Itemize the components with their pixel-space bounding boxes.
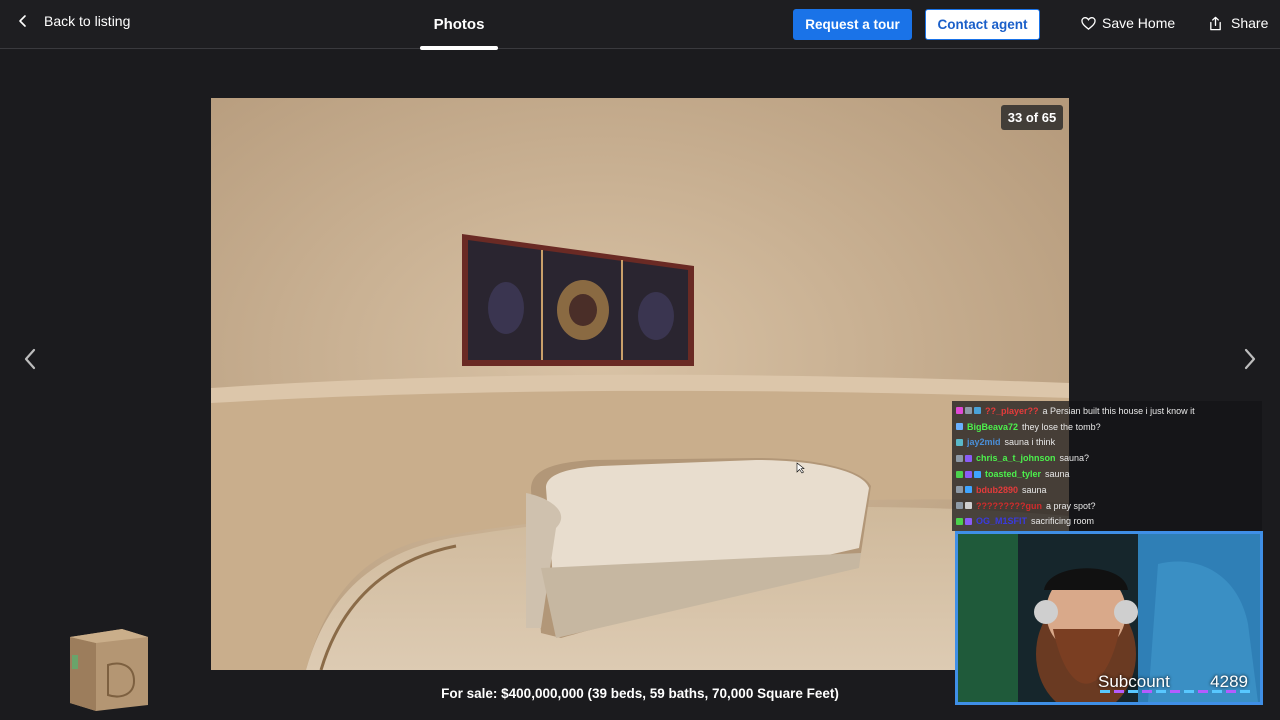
badge-icon: [965, 454, 972, 462]
back-label: Back to listing: [44, 13, 131, 29]
chat-message: ?????????gun a pray spot?: [956, 498, 1258, 514]
chat-message: jay2mid sauna i think: [956, 435, 1258, 451]
chat-text: they lose the tomb?: [1022, 421, 1101, 432]
badge-icon: [956, 470, 963, 478]
chevron-left-icon: [19, 15, 26, 27]
chat-text: sauna i think: [1004, 437, 1056, 448]
chat-username: chris_a_t_johnson: [976, 453, 1056, 464]
badge-icon: [956, 438, 963, 446]
chat-username: bdub2890: [976, 484, 1019, 495]
chat-text: sauna: [1022, 484, 1047, 495]
share-icon: [1210, 16, 1221, 30]
chat-text: sauna: [1045, 469, 1070, 480]
chat-message: OG_M1SFIT sacrificing room: [956, 514, 1258, 530]
mouse-cursor-icon: [796, 462, 805, 474]
chat-username: toasted_tyler: [985, 469, 1042, 480]
active-tab-indicator: [420, 46, 498, 50]
subcount-label: Subcount: [1098, 672, 1170, 691]
contact-agent-button[interactable]: Contact agent: [925, 9, 1040, 40]
badge-icon: [965, 407, 972, 415]
chat-text: a Persian built this house i just know i…: [1042, 405, 1195, 416]
subcount-progress-bar: [1100, 690, 1250, 693]
tab-photos-label: Photos: [433, 16, 485, 33]
chat-text: sacrificing room: [1031, 516, 1095, 527]
sauna-room-image: [211, 98, 1069, 670]
back-to-listing-link[interactable]: Back to listing: [16, 13, 130, 29]
chat-username: jay2mid: [967, 437, 1001, 448]
stream-chat: ??_player?? a Persian built this house i…: [952, 401, 1262, 531]
save-home-button[interactable]: Save Home: [1081, 15, 1175, 31]
chat-text: sauna?: [1059, 453, 1090, 464]
chat-message: bdub2890 sauna: [956, 482, 1258, 498]
badge-icon: [965, 502, 972, 510]
badge-icon: [956, 454, 963, 462]
next-photo-button[interactable]: [1236, 345, 1262, 373]
chevron-right-icon: [1244, 348, 1256, 370]
previous-photo-button[interactable]: [18, 345, 44, 373]
box-icon: [64, 625, 152, 713]
badge-icon: [956, 486, 963, 494]
chat-username: OG_M1SFIT: [976, 516, 1028, 527]
chat-username: ??_player??: [985, 405, 1039, 416]
listing-photo[interactable]: [211, 98, 1069, 670]
share-label: Share: [1231, 15, 1269, 31]
chat-message: toasted_tyler sauna: [956, 466, 1258, 482]
badge-icon: [974, 470, 981, 478]
badge-icon: [956, 517, 963, 525]
heart-icon: [1081, 16, 1096, 30]
share-button[interactable]: Share: [1208, 15, 1268, 31]
chat-message: BigBeava72 they lose the tomb?: [956, 419, 1258, 435]
chat-message: ??_player?? a Persian built this house i…: [956, 403, 1258, 419]
top-bar: Back to listing Photos Request a tour Co…: [0, 0, 1280, 50]
subcount-value: 4289: [1210, 672, 1248, 691]
chevron-left-icon: [24, 348, 36, 370]
badge-icon: [974, 407, 981, 415]
badge-icon: [965, 470, 972, 478]
chat-message: chris_a_t_johnson sauna?: [956, 450, 1258, 466]
photo-counter: 33 of 65: [1001, 105, 1063, 130]
save-home-label: Save Home: [1102, 15, 1176, 31]
tab-photos[interactable]: Photos: [420, 0, 498, 50]
badge-icon: [965, 486, 972, 494]
badge-icon: [956, 502, 963, 510]
badge-icon: [956, 423, 963, 431]
subcount-overlay: Subcount 4289: [1098, 672, 1248, 692]
badge-icon: [956, 407, 963, 415]
chat-username: BigBeava72: [967, 421, 1019, 432]
request-tour-button[interactable]: Request a tour: [793, 9, 912, 40]
chat-username: ?????????gun: [976, 500, 1042, 511]
badge-icon: [965, 517, 972, 525]
chat-text: a pray spot?: [1045, 500, 1096, 511]
